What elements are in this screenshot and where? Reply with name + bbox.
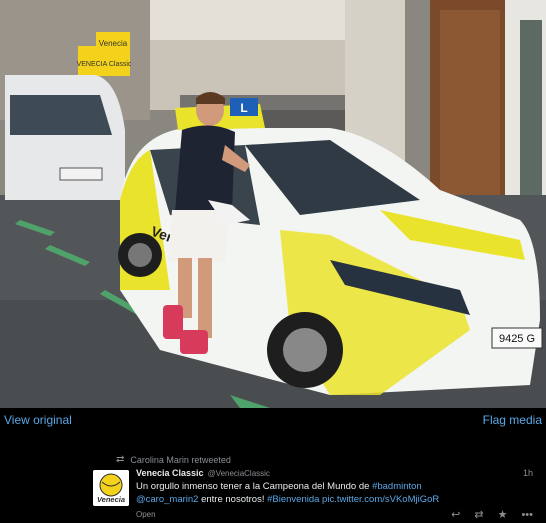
user-handle[interactable]: @VeneciaClassic — [208, 469, 270, 478]
tweet-actions: ↩ ⇄ ★ ••• — [451, 508, 533, 522]
hashtag-badminton[interactable]: #badminton — [372, 481, 422, 492]
tweet-body: Venecia Classic @VeneciaClassic 1h Un or… — [136, 468, 533, 521]
pic-link[interactable]: pic.twitter.com/sVKoMjiGoR — [319, 494, 439, 505]
tweet-timestamp[interactable]: 1h — [523, 468, 533, 478]
reply-icon[interactable]: ↩ — [451, 508, 460, 521]
license-plate: 9425 G — [499, 333, 535, 345]
open-link[interactable]: Open — [136, 510, 156, 519]
flag-media-link[interactable]: Flag media — [483, 413, 542, 427]
tweet-footer: Open ↩ ⇄ ★ ••• — [136, 508, 533, 522]
view-original-link[interactable]: View original — [4, 413, 72, 427]
retweet-context-label: Carolina Marin retweeted — [130, 454, 231, 465]
media-action-bar: View original Flag media — [0, 408, 546, 432]
tweet-text: Un orgullo inmenso tener a la Campeona d… — [136, 480, 516, 506]
more-icon[interactable]: ••• — [521, 509, 533, 521]
svg-text:Venecia: Venecia — [97, 495, 125, 504]
photo-illustration: Venecia VENECIA Classic Venecia — [0, 0, 546, 408]
mention-link[interactable]: @caro_marin2 — [136, 494, 198, 505]
display-name[interactable]: Venecia Classic — [136, 468, 204, 478]
van — [5, 75, 125, 200]
tweet-header: Venecia Classic @VeneciaClassic 1h — [136, 468, 533, 478]
venecia-logo-icon: Venecia — [93, 470, 129, 506]
tweet-photo[interactable]: Venecia VENECIA Classic Venecia — [0, 0, 546, 408]
shop-sign-lower-text: VENECIA Classic — [77, 61, 132, 68]
retweet-context: ⇄ Carolina Marin retweeted — [116, 454, 231, 465]
avatar[interactable]: Venecia — [93, 470, 129, 506]
retweet-icon: ⇄ — [116, 454, 125, 465]
tweet-text-part: entre nosotros! — [198, 494, 268, 505]
svg-text:L: L — [240, 101, 247, 115]
hashtag-bienvenida[interactable]: #Bienvenida — [267, 494, 319, 505]
tweet-text-part: Un orgullo inmenso tener a la Campeona d… — [136, 481, 373, 492]
star-icon[interactable]: ★ — [498, 508, 508, 521]
retweet-icon[interactable]: ⇄ — [474, 508, 483, 521]
